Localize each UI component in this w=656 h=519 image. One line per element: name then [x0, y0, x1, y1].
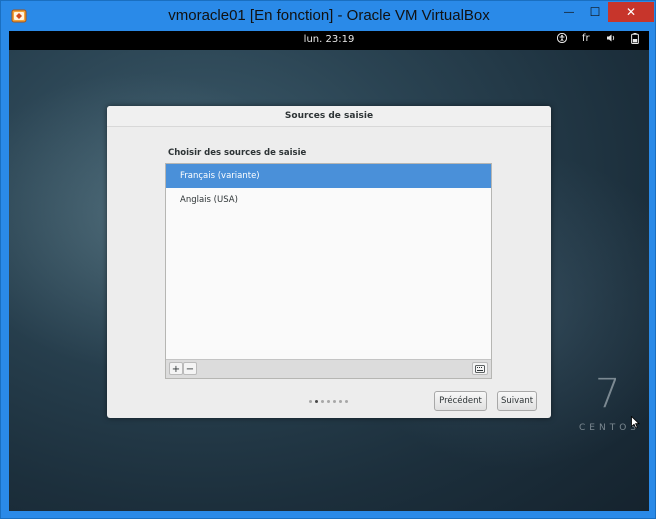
mouse-cursor-icon — [631, 414, 640, 433]
close-icon: ✕ — [625, 5, 637, 19]
page-dot — [315, 400, 318, 403]
remove-source-button[interactable]: − — [183, 362, 197, 375]
section-title: Choisir des sources de saisie — [168, 148, 307, 158]
list-toolbar: + − — [166, 359, 491, 378]
centos-version-number: 7 — [595, 371, 621, 417]
window-titlebar[interactable]: vmoracle01 [En fonction] - Oracle VM Vir… — [1, 1, 656, 31]
dialog-title: Sources de saisie — [107, 106, 551, 127]
page-dot — [333, 400, 336, 403]
page-dot — [309, 400, 312, 403]
volume-icon[interactable] — [606, 33, 616, 46]
show-layout-button[interactable] — [472, 362, 488, 375]
page-dot — [327, 400, 330, 403]
virtualbox-window: vmoracle01 [En fonction] - Oracle VM Vir… — [0, 0, 656, 519]
vm-display[interactable]: lun. 23:19 fr Sources de saisie Choisir … — [9, 31, 649, 511]
page-indicator — [309, 400, 348, 403]
clock[interactable]: lun. 23:19 — [9, 34, 649, 45]
input-sources-list: Français (variante) Anglais (USA) + − — [165, 163, 492, 379]
keyboard-icon — [475, 365, 485, 376]
keyboard-layout-indicator[interactable]: fr — [582, 33, 590, 44]
plus-icon: + — [171, 364, 181, 375]
page-dot — [339, 400, 342, 403]
input-sources-dialog: Sources de saisie Choisir des sources de… — [107, 106, 551, 418]
previous-button[interactable]: Précédent — [434, 391, 487, 411]
add-source-button[interactable]: + — [169, 362, 183, 375]
gnome-top-bar: lun. 23:19 fr — [9, 31, 649, 50]
list-item[interactable]: Anglais (USA) — [166, 188, 491, 212]
next-button[interactable]: Suivant — [497, 391, 537, 411]
maximize-icon: ☐ — [589, 5, 601, 19]
list-item[interactable]: Français (variante) — [166, 164, 491, 188]
battery-icon[interactable] — [631, 33, 639, 47]
page-dot — [321, 400, 324, 403]
accessibility-icon[interactable] — [556, 32, 568, 46]
page-dot — [345, 400, 348, 403]
minimize-button[interactable]: — — [556, 2, 582, 22]
maximize-button[interactable]: ☐ — [582, 2, 608, 22]
close-button[interactable]: ✕ — [608, 2, 654, 22]
minimize-icon: — — [564, 6, 574, 18]
minus-icon: − — [185, 364, 195, 375]
